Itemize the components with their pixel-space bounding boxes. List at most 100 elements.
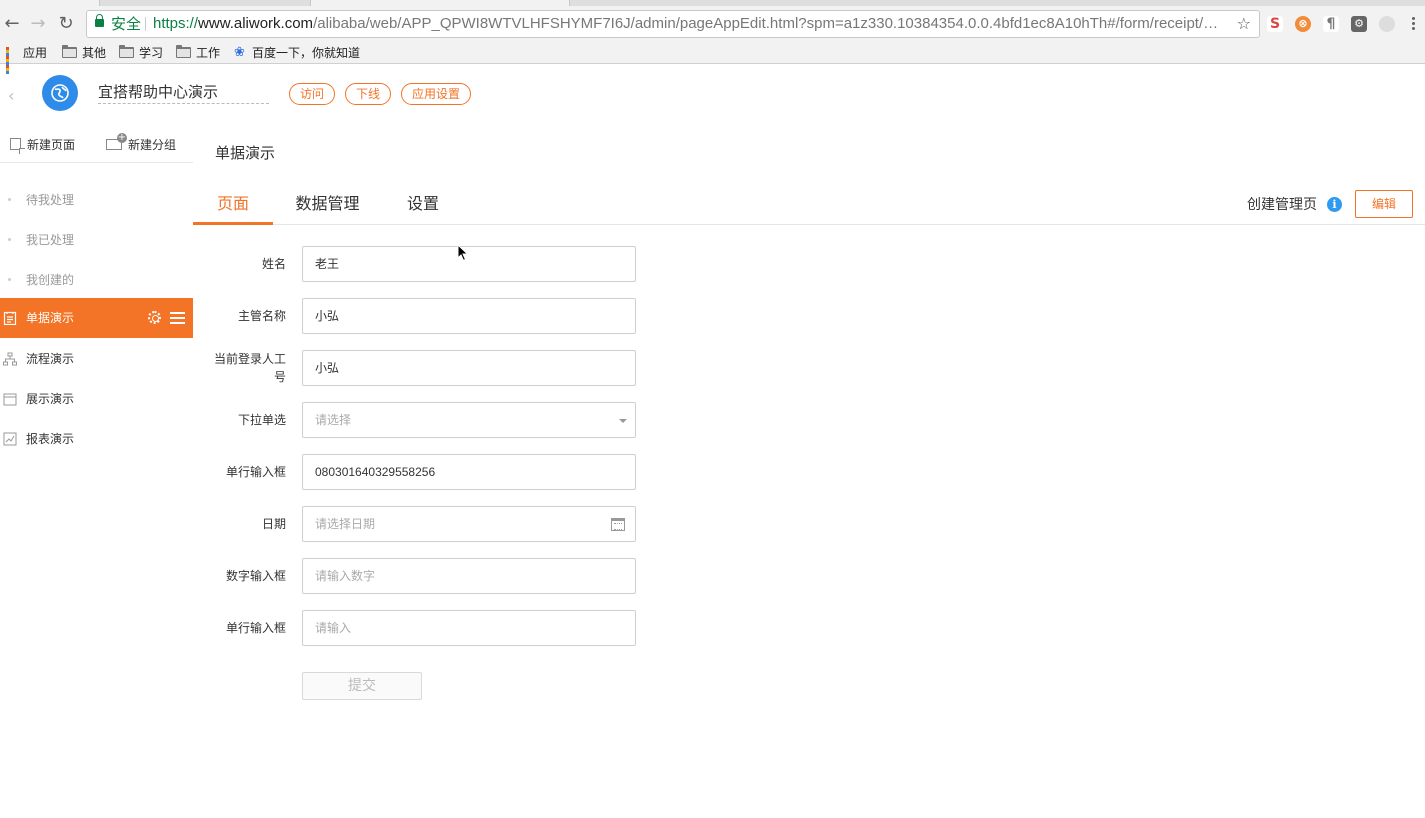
create-manage-page-link[interactable]: 创建管理页 <box>1247 194 1317 214</box>
sidebar-item-receipt-demo[interactable]: 单据演示 <box>0 298 193 338</box>
calendar-icon[interactable] <box>611 518 625 531</box>
bookmark-label: 学习 <box>139 46 164 60</box>
form-page-icon <box>3 311 17 325</box>
name-input[interactable]: 老王 <box>302 246 636 282</box>
field-label: 姓名 <box>261 257 286 271</box>
bookmark-apps[interactable]: 应用 <box>6 44 48 74</box>
sidebar-item-done[interactable]: 我已处理 <box>0 220 193 260</box>
apps-grid-icon <box>6 46 18 74</box>
field-label: 下拉单选 <box>237 413 286 427</box>
sidebar-item-process-demo[interactable]: 流程演示 <box>0 339 193 379</box>
address-bar[interactable]: 安全 https://www.aliwork.com/alibaba/web/A… <box>86 10 1260 38</box>
field-label: 主管名称 <box>237 309 286 323</box>
sidebar-item-label: 我已处理 <box>26 233 75 247</box>
bookmark-folder-work[interactable]: 工作 <box>176 44 220 62</box>
url-text[interactable]: https://www.aliwork.com/alibaba/web/APP_… <box>153 11 1223 37</box>
edit-button[interactable]: 编辑 <box>1355 190 1413 218</box>
date-picker[interactable]: 请选择日期 <box>302 506 636 542</box>
app-globe-logo-icon <box>42 75 78 111</box>
new-group-label: 新建分组 <box>128 138 177 152</box>
form-field-manager: 主管名称 小弘 <box>205 298 636 334</box>
url-host: www.aliwork.com <box>198 15 314 32</box>
extension-paragraph-icon[interactable]: ¶ <box>1323 16 1339 32</box>
new-page-label: 新建页面 <box>27 138 76 152</box>
bookmark-label: 百度一下，你就知道 <box>252 46 361 60</box>
form-field-employee-id: 当前登录人工号 小弘 <box>205 350 636 386</box>
sidebar-item-report-demo[interactable]: 报表演示 <box>0 419 193 459</box>
bookmark-folder-other[interactable]: 其他 <box>62 44 106 62</box>
browser-menu-icon[interactable] <box>1410 16 1416 32</box>
extension-circle-icon[interactable]: ⊗ <box>1295 16 1311 32</box>
baidu-paw-icon: ❀ <box>234 45 245 60</box>
new-page-icon <box>10 138 25 154</box>
extension-s-icon[interactable]: S <box>1267 16 1283 32</box>
url-scheme: https:// <box>153 15 199 32</box>
report-chart-icon <box>3 432 17 446</box>
submit-button[interactable]: 提交 <box>302 672 422 700</box>
page-tabs: 页面 数据管理 设置 <box>193 180 1425 225</box>
visit-button[interactable]: 访问 <box>289 83 335 105</box>
lock-icon <box>95 14 104 27</box>
bookmarks-bar: 应用 其他 学习 工作 ❀ 百度一下，你就知道 <box>0 42 1425 74</box>
page-title: 单据演示 <box>215 144 276 162</box>
bookmark-label: 其他 <box>82 46 107 60</box>
dropdown-select[interactable]: 请选择 <box>302 402 636 438</box>
app-name[interactable]: 宜搭帮助中心演示 <box>98 82 269 104</box>
manager-name-input[interactable]: 小弘 <box>302 298 636 334</box>
sidebar-item-created[interactable]: 我创建的 <box>0 260 193 300</box>
mouse-cursor-icon <box>457 244 469 262</box>
new-group-button[interactable]: 新建分组 <box>106 132 177 153</box>
sidebar-item-todo[interactable]: 待我处理 <box>0 180 193 220</box>
gear-icon[interactable] <box>148 311 161 324</box>
extension-puzzle-icon[interactable]: ⚙ <box>1351 16 1367 32</box>
app-settings-button[interactable]: 应用设置 <box>401 83 471 105</box>
hamburger-menu-icon[interactable] <box>170 312 185 324</box>
new-group-icon <box>106 132 127 150</box>
single-line-input[interactable]: 080301640329558256 <box>302 454 636 490</box>
number-input[interactable]: 请输入数字 <box>302 558 636 594</box>
reload-icon[interactable]: ↻ <box>56 14 76 34</box>
forward-arrow-icon[interactable]: → <box>28 14 48 34</box>
form-field-dropdown: 下拉单选 请选择 <box>205 402 636 438</box>
form-field-text-2: 单行输入框 请输入 <box>205 610 636 646</box>
bookmark-baidu[interactable]: ❀ 百度一下，你就知道 <box>234 44 360 62</box>
flow-tree-icon <box>3 352 17 366</box>
employee-id-input[interactable]: 小弘 <box>302 350 636 386</box>
tab-page[interactable]: 页面 <box>193 190 273 225</box>
tab-data-management[interactable]: 数据管理 <box>290 190 365 224</box>
bookmark-label: 应用 <box>23 46 48 60</box>
select-placeholder: 请选择 <box>315 413 352 427</box>
field-label: 当前登录人工号 <box>213 352 286 384</box>
new-page-button[interactable]: 新建页面 <box>10 137 76 154</box>
form-field-date: 日期 请选择日期 <box>205 506 636 542</box>
bookmark-star-icon[interactable]: ☆ <box>1237 11 1251 37</box>
back-chevron-icon[interactable]: ‹ <box>8 86 14 105</box>
sidebar-actions: 新建页面 新建分组 <box>0 125 193 163</box>
address-separator <box>145 17 146 31</box>
url-path: /alibaba/web/APP_QPWI8WTVLHFSHYMF7I6J/ad… <box>313 15 1223 32</box>
folder-icon <box>119 45 134 58</box>
sidebar-item-display-demo[interactable]: 展示演示 <box>0 379 193 419</box>
form-field-text-1: 单行输入框 080301640329558256 <box>205 454 636 490</box>
folder-icon <box>62 45 77 58</box>
bullet-dot-icon <box>8 278 11 281</box>
display-window-icon <box>3 393 17 406</box>
tab-settings[interactable]: 设置 <box>399 190 447 224</box>
field-label: 单行输入框 <box>225 621 286 635</box>
form-field-number: 数字输入框 请输入数字 <box>205 558 636 594</box>
info-icon[interactable]: i <box>1327 197 1342 212</box>
offline-button[interactable]: 下线 <box>345 83 391 105</box>
app-header: ‹ 宜搭帮助中心演示 访问 下线 应用设置 <box>0 65 1425 125</box>
back-arrow-icon[interactable]: ← <box>2 14 22 34</box>
sidebar-item-label: 我创建的 <box>26 273 75 287</box>
sidebar: 新建页面 新建分组 待我处理 我已处理 我创建的 单据演示 流程演示 展示演示 … <box>0 125 193 818</box>
bullet-dot-icon <box>8 198 11 201</box>
field-label: 单行输入框 <box>225 465 286 479</box>
chevron-down-icon <box>619 419 627 423</box>
sidebar-item-label: 流程演示 <box>26 352 75 366</box>
extension-grey-icon[interactable] <box>1379 16 1395 32</box>
form-field-name: 姓名 老王 <box>205 246 636 282</box>
single-line-input[interactable]: 请输入 <box>302 610 636 646</box>
sidebar-item-label: 展示演示 <box>26 392 75 406</box>
bookmark-folder-study[interactable]: 学习 <box>119 44 163 62</box>
